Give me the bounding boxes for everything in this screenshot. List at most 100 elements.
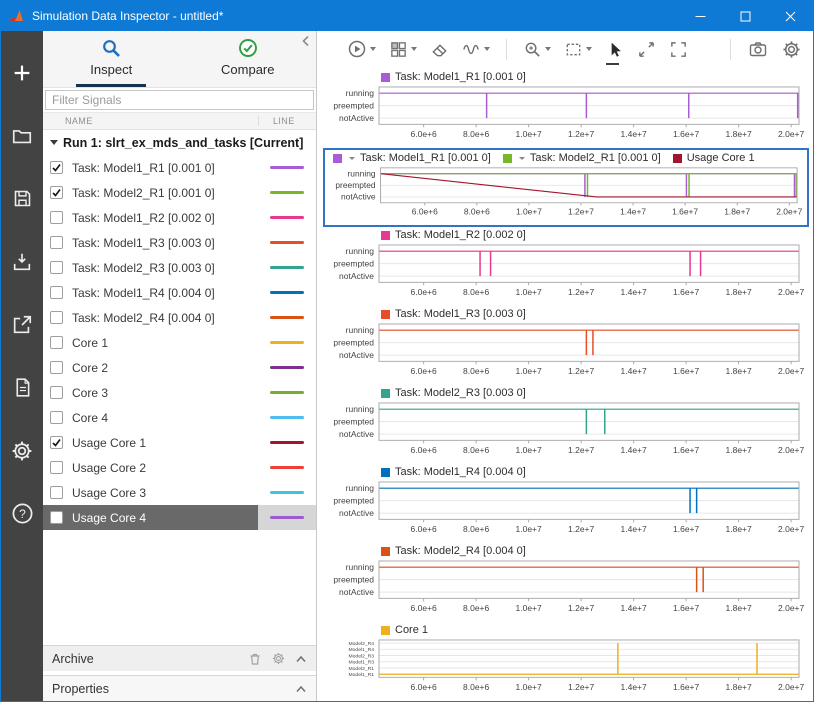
cursor-arrow-icon xyxy=(605,40,624,59)
properties-bar[interactable]: Properties xyxy=(43,675,316,701)
title-bar[interactable]: Simulation Data Inspector - untitled* xyxy=(1,1,813,31)
subplot-3[interactable]: Task: Model1_R2 [0.002 0] runningpreempte… xyxy=(323,227,809,306)
signal-checkbox[interactable] xyxy=(50,386,63,399)
signal-checkbox[interactable] xyxy=(50,236,63,249)
zoom-button[interactable] xyxy=(523,36,551,62)
minimize-button[interactable] xyxy=(678,1,723,31)
y-tick-label: notActive xyxy=(339,113,374,123)
signal-checkbox[interactable] xyxy=(50,411,63,424)
run-group-header[interactable]: Run 1: slrt_ex_mds_and_tasks [Current] xyxy=(43,130,316,155)
export-button[interactable] xyxy=(1,293,43,356)
legend-item[interactable]: Task: Model2_R4 [0.004 0] xyxy=(381,545,526,557)
signal-row[interactable]: Core 4 xyxy=(43,405,316,430)
signal-checkbox[interactable] xyxy=(50,211,63,224)
archive-bar[interactable]: Archive xyxy=(43,645,316,671)
subplot-4[interactable]: Task: Model1_R3 [0.003 0] runningpreempte… xyxy=(323,306,809,385)
snapshot-button[interactable] xyxy=(748,36,768,62)
signal-row[interactable]: Usage Core 3 xyxy=(43,480,316,505)
trash-icon[interactable] xyxy=(248,652,262,666)
signal-row[interactable]: Core 1 xyxy=(43,330,316,355)
tab-inspect[interactable]: Inspect xyxy=(43,31,180,87)
signal-checkbox[interactable] xyxy=(50,311,63,324)
add-run-button[interactable] xyxy=(1,41,43,104)
help-button[interactable]: ? xyxy=(1,482,43,545)
signal-row[interactable]: Usage Core 2 xyxy=(43,455,316,480)
chart-canvas[interactable]: runningpreemptednotActive6.0e+68.0e+61.0… xyxy=(325,166,807,223)
chart-canvas[interactable]: Model2_R4Model1_R4Model2_R3Model1_R3Mode… xyxy=(323,638,809,699)
clear-plots-button[interactable] xyxy=(430,36,449,62)
signal-row[interactable]: Usage Core 4 xyxy=(43,505,316,530)
layout-button[interactable] xyxy=(389,36,417,62)
filter-signals-input[interactable] xyxy=(45,90,314,110)
signal-row[interactable]: Core 2 xyxy=(43,355,316,380)
legend-item[interactable]: Task: Model1_R2 [0.002 0] xyxy=(381,229,526,241)
signal-checkbox[interactable] xyxy=(50,436,63,449)
checkmark-icon xyxy=(51,187,62,198)
signal-row[interactable]: Task: Model2_R4 [0.004 0] xyxy=(43,305,316,330)
legend-item[interactable]: Task: Model1_R3 [0.003 0] xyxy=(381,308,526,320)
signal-checkbox[interactable] xyxy=(50,511,63,524)
subplot-1[interactable]: Task: Model1_R1 [0.001 0] runningpreempte… xyxy=(323,69,809,148)
subplot-8[interactable]: Core 1 Model2_R4Model1_R4Model2_R3Model1_… xyxy=(323,622,809,701)
signal-generator-button[interactable] xyxy=(462,36,490,62)
legend-item[interactable]: Usage Core 1 xyxy=(673,152,755,164)
maximize-button[interactable] xyxy=(723,1,768,31)
zoom-region-button[interactable] xyxy=(564,36,592,62)
x-tick-label: 1.0e+7 xyxy=(516,287,543,297)
signal-checkbox[interactable] xyxy=(50,486,63,499)
signal-checkbox[interactable] xyxy=(50,461,63,474)
signal-checkbox[interactable] xyxy=(50,336,63,349)
legend-item[interactable]: Task: Model1_R1 [0.001 0] xyxy=(381,71,526,83)
legend-item[interactable]: Task: Model2_R1 [0.001 0] xyxy=(503,152,661,164)
legend-item[interactable]: Core 1 xyxy=(381,624,428,636)
legend-item[interactable]: Task: Model2_R3 [0.003 0] xyxy=(381,387,526,399)
signal-checkbox[interactable] xyxy=(50,261,63,274)
caret-down-icon[interactable] xyxy=(349,157,355,160)
x-tick-label: 1.0e+7 xyxy=(516,524,543,534)
pointer-tool-button[interactable] xyxy=(605,36,624,62)
subplot-2[interactable]: Task: Model1_R1 [0.001 0] Task: Model2_R1… xyxy=(323,148,809,227)
app-window: Simulation Data Inspector - untitled* ? … xyxy=(0,0,814,702)
chart-canvas[interactable]: runningpreemptednotActive6.0e+68.0e+61.0… xyxy=(323,401,809,462)
subplot-6[interactable]: Task: Model1_R4 [0.004 0] runningpreempte… xyxy=(323,464,809,543)
chart-canvas[interactable]: runningpreemptednotActive6.0e+68.0e+61.0… xyxy=(323,322,809,383)
run-options-button[interactable] xyxy=(347,36,376,62)
signal-row[interactable]: Task: Model2_R3 [0.003 0] xyxy=(43,255,316,280)
signal-row[interactable]: Usage Core 1 xyxy=(43,430,316,455)
signal-row[interactable]: Task: Model2_R1 [0.001 0] xyxy=(43,180,316,205)
signal-row[interactable]: Task: Model1_R2 [0.002 0] xyxy=(43,205,316,230)
x-tick-label: 1.0e+7 xyxy=(516,682,543,692)
chevron-up-icon[interactable] xyxy=(295,654,307,664)
open-button[interactable] xyxy=(1,104,43,167)
preferences-button[interactable] xyxy=(1,419,43,482)
signal-row[interactable]: Task: Model1_R4 [0.004 0] xyxy=(43,280,316,305)
signal-row[interactable]: Task: Model1_R1 [0.001 0] xyxy=(43,155,316,180)
collapse-sidebar-button[interactable] xyxy=(300,34,312,53)
chart-canvas[interactable]: runningpreemptednotActive6.0e+68.0e+61.0… xyxy=(323,85,809,146)
chart-canvas[interactable]: runningpreemptednotActive6.0e+68.0e+61.0… xyxy=(323,559,809,620)
legend-item[interactable]: Task: Model1_R4 [0.004 0] xyxy=(381,466,526,478)
signal-row[interactable]: Task: Model1_R3 [0.003 0] xyxy=(43,230,316,255)
signal-checkbox[interactable] xyxy=(50,186,63,199)
gear-icon[interactable] xyxy=(272,652,285,665)
signal-checkbox[interactable] xyxy=(50,286,63,299)
fit-to-view-button[interactable] xyxy=(669,36,688,62)
chart-canvas[interactable]: runningpreemptednotActive6.0e+68.0e+61.0… xyxy=(323,480,809,541)
signal-row[interactable]: Core 3 xyxy=(43,380,316,405)
x-tick-label: 6.0e+6 xyxy=(411,366,438,376)
plot-settings-button[interactable] xyxy=(782,36,801,62)
signal-checkbox[interactable] xyxy=(50,361,63,374)
import-button[interactable] xyxy=(1,230,43,293)
report-button[interactable] xyxy=(1,356,43,419)
subplot-5[interactable]: Task: Model2_R3 [0.003 0] runningpreempte… xyxy=(323,385,809,464)
close-button[interactable] xyxy=(768,1,813,31)
save-button[interactable] xyxy=(1,167,43,230)
expand-button[interactable] xyxy=(637,36,656,62)
tab-compare[interactable]: Compare xyxy=(180,31,317,87)
subplot-7[interactable]: Task: Model2_R4 [0.004 0] runningpreempte… xyxy=(323,543,809,622)
chart-canvas[interactable]: runningpreemptednotActive6.0e+68.0e+61.0… xyxy=(323,243,809,304)
legend-item[interactable]: Task: Model1_R1 [0.001 0] xyxy=(333,152,491,164)
chevron-up-icon[interactable] xyxy=(295,684,307,694)
signal-checkbox[interactable] xyxy=(50,161,63,174)
caret-down-icon[interactable] xyxy=(519,157,525,160)
